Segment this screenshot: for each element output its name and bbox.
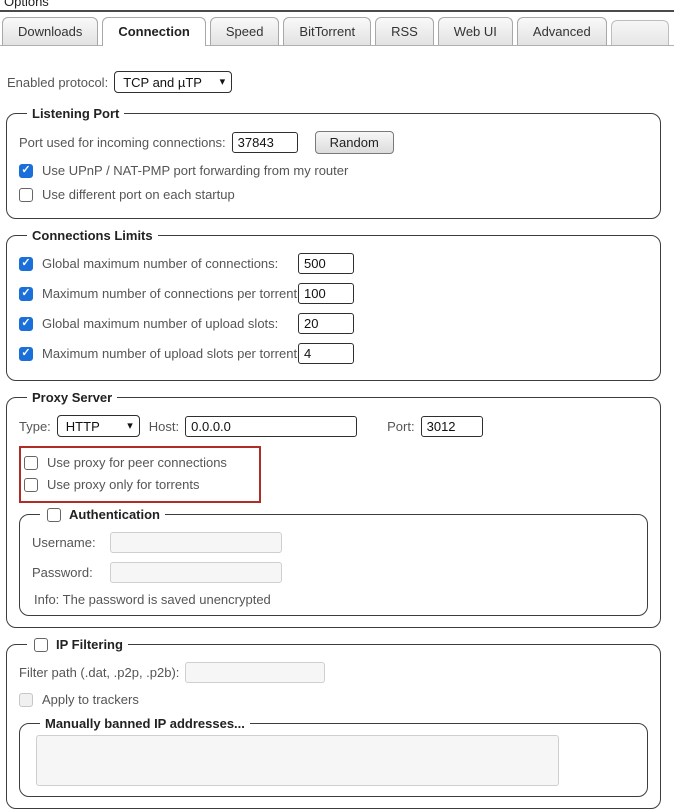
tab-bittorrent[interactable]: BitTorrent [283,17,371,45]
proxy-authentication-legend-text: Authentication [69,507,160,522]
proxy-only-torrents-row: Use proxy only for torrents [24,477,253,492]
check-icon: ✓ [21,288,30,299]
listening-port-group: Listening Port Port used for incoming co… [6,106,661,219]
proxy-peer-connections-row: Use proxy for peer connections [24,455,253,470]
tab-rss[interactable]: RSS [375,17,434,45]
tab-connection[interactable]: Connection [102,17,206,46]
proxy-config-row: Type: HTTP ▾ Host: Port: [19,415,648,437]
connection-settings-panel: Enabled protocol: TCP and µTP ▾ Listenin… [0,46,674,809]
max-connections-per-torrent-input[interactable] [298,283,354,304]
chevron-down-icon: ▾ [220,77,226,88]
max-upload-slots-per-torrent-checkbox[interactable]: ✓ [19,347,33,361]
connections-limits-group: Connections Limits ✓ Global maximum numb… [6,228,661,381]
proxy-authentication-legend: Authentication [40,507,165,522]
upnp-label: Use UPnP / NAT-PMP port forwarding from … [42,163,348,178]
global-max-upload-slots-input[interactable] [298,313,354,334]
proxy-port-label: Port: [387,419,414,434]
annotation-box: Use proxy for peer connections Use proxy… [19,446,261,503]
proxy-password-label: Password: [32,565,104,580]
connections-limits-legend: Connections Limits [27,228,158,243]
apply-to-trackers-checkbox[interactable] [19,693,33,707]
enabled-protocol-select[interactable]: TCP and µTP ▾ [114,71,232,93]
different-port-row: Use different port on each startup [19,187,648,202]
filter-path-input[interactable] [185,662,325,683]
enabled-protocol-row: Enabled protocol: TCP and µTP ▾ [7,71,667,93]
global-max-connections-label: Global maximum number of connections: [42,256,292,271]
check-icon: ✓ [21,165,30,176]
upnp-row: ✓ Use UPnP / NAT-PMP port forwarding fro… [19,163,648,178]
proxy-authentication-checkbox[interactable] [47,508,61,522]
proxy-peer-connections-label: Use proxy for peer connections [47,455,227,470]
proxy-host-label: Host: [149,419,179,434]
proxy-only-torrents-checkbox[interactable] [24,478,38,492]
banned-ips-group: Manually banned IP addresses... [19,716,648,797]
chevron-down-icon: ▾ [127,421,133,432]
proxy-server-group: Proxy Server Type: HTTP ▾ Host: Port: Us… [6,390,661,628]
proxy-username-label: Username: [32,535,104,550]
global-max-connections-input[interactable] [298,253,354,274]
ip-filtering-checkbox[interactable] [34,638,48,652]
proxy-type-select[interactable]: HTTP ▾ [57,415,140,437]
proxy-server-legend: Proxy Server [27,390,117,405]
filter-path-label: Filter path (.dat, .p2p, .p2b): [19,665,179,680]
max-upload-slots-per-torrent-label: Maximum number of upload slots per torre… [42,346,292,361]
tab-advanced[interactable]: Advanced [517,17,607,45]
proxy-password-input[interactable] [110,562,282,583]
proxy-peer-connections-checkbox[interactable] [24,456,38,470]
tab-downloads[interactable]: Downloads [2,17,98,45]
random-port-button[interactable]: Random [315,131,394,154]
proxy-type-label: Type: [19,419,51,434]
banned-ips-legend: Manually banned IP addresses... [40,716,250,731]
global-max-connections-checkbox[interactable]: ✓ [19,257,33,271]
options-tab-bar: Downloads Connection Speed BitTorrent RS… [0,12,674,46]
window-title-bar: Options [0,0,674,12]
incoming-port-input[interactable] [232,132,298,153]
proxy-authentication-group: Authentication Username: Password: Info:… [19,507,648,616]
tab-bar-filler [611,20,669,45]
incoming-port-label: Port used for incoming connections: [19,135,226,150]
max-connections-per-torrent-label: Maximum number of connections per torren… [42,286,292,301]
apply-to-trackers-label: Apply to trackers [42,692,139,707]
page-title: Options [0,0,674,9]
proxy-username-input[interactable] [110,532,282,553]
filter-path-row: Filter path (.dat, .p2p, .p2b): [19,662,648,683]
check-icon: ✓ [21,318,30,329]
global-max-upload-slots-checkbox[interactable]: ✓ [19,317,33,331]
ip-filtering-legend: IP Filtering [27,637,128,652]
different-port-checkbox[interactable] [19,188,33,202]
incoming-port-row: Port used for incoming connections: Rand… [19,131,648,154]
global-max-connections-row: ✓ Global maximum number of connections: [19,253,648,274]
max-connections-per-torrent-checkbox[interactable]: ✓ [19,287,33,301]
check-icon: ✓ [21,258,30,269]
tab-speed[interactable]: Speed [210,17,280,45]
password-unencrypted-info: Info: The password is saved unencrypted [34,592,635,607]
enabled-protocol-value: TCP and µTP [123,75,202,90]
proxy-only-torrents-label: Use proxy only for torrents [47,477,199,492]
ip-filtering-group: IP Filtering Filter path (.dat, .p2p, .p… [6,637,661,809]
different-port-label: Use different port on each startup [42,187,235,202]
max-upload-slots-per-torrent-row: ✓ Maximum number of upload slots per tor… [19,343,648,364]
upnp-checkbox[interactable]: ✓ [19,164,33,178]
max-connections-per-torrent-row: ✓ Maximum number of connections per torr… [19,283,648,304]
proxy-username-row: Username: [32,532,635,553]
proxy-port-input[interactable] [421,416,483,437]
global-max-upload-slots-label: Global maximum number of upload slots: [42,316,292,331]
proxy-type-value: HTTP [66,419,100,434]
listening-port-legend: Listening Port [27,106,124,121]
apply-to-trackers-row: Apply to trackers [19,692,648,707]
ip-filtering-legend-text: IP Filtering [56,637,123,652]
banned-ips-textarea[interactable] [36,735,559,786]
global-max-upload-slots-row: ✓ Global maximum number of upload slots: [19,313,648,334]
check-icon: ✓ [21,348,30,359]
max-upload-slots-per-torrent-input[interactable] [298,343,354,364]
enabled-protocol-label: Enabled protocol: [7,75,108,90]
proxy-host-input[interactable] [185,416,357,437]
proxy-password-row: Password: [32,562,635,583]
tab-webui[interactable]: Web UI [438,17,513,45]
